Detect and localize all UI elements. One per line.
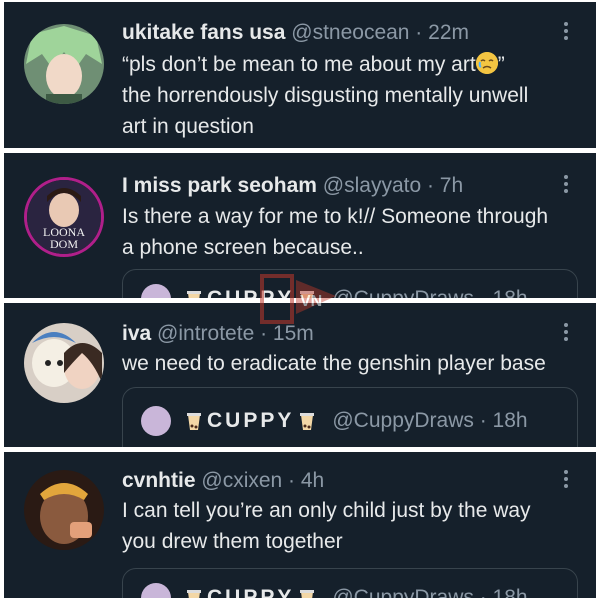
tweet-text: I can tell you’re an only child just by …	[122, 495, 570, 557]
quoted-avatar[interactable]	[141, 583, 171, 598]
watermark-logo: VN	[252, 270, 346, 328]
display-name[interactable]: iva	[122, 322, 151, 345]
quoted-avatar[interactable]	[141, 406, 171, 436]
tweet-header: cvnhtie @cxixen · 4h	[122, 468, 324, 494]
tweet-text: Is there a way for me to k!// Someone th…	[122, 201, 570, 263]
display-name[interactable]: ukitake fans usa	[122, 21, 285, 44]
boba-tea-icon	[300, 411, 315, 431]
quoted-tweet[interactable]: CUPPY @CuppyDraws · 18h	[122, 269, 578, 298]
quoted-name[interactable]: CUPPY	[207, 585, 294, 598]
display-name[interactable]: I miss park seoham	[122, 174, 317, 197]
tweet-header: I miss park seoham @slayyato · 7h	[122, 173, 463, 199]
handle-time[interactable]: @stneocean · 22m	[291, 21, 469, 44]
avatar[interactable]	[24, 323, 104, 403]
quoted-tweet[interactable]: CUPPY @CuppyDraws · 18h	[122, 387, 578, 447]
avatar[interactable]	[24, 24, 104, 104]
avatar[interactable]: LOONA DOM	[24, 177, 104, 257]
quoted-name[interactable]: CUPPY	[207, 408, 294, 434]
tweet-text-line: Is there a way for me to k!// Someone th…	[122, 205, 549, 228]
quoted-header: CUPPY @CuppyDraws · 18h	[141, 406, 528, 436]
avatar-text: LOONA DOM	[43, 225, 85, 251]
quoted-header: CUPPY @CuppyDraws · 18h	[141, 583, 528, 598]
more-icon[interactable]	[564, 323, 568, 341]
handle-time[interactable]: @slayyato · 7h	[323, 174, 463, 197]
boba-tea-icon	[300, 588, 315, 598]
display-name[interactable]: cvnhtie	[122, 469, 196, 492]
tweet-text-line: “pls don’t be mean to me about my art ”	[122, 52, 505, 76]
tweet-text-line: the horrendously disgusting mentally unw…	[122, 84, 529, 107]
boba-tea-icon	[187, 411, 201, 431]
quoted-handle-time[interactable]: @CuppyDraws · 18h	[332, 286, 527, 298]
tweet-card-1[interactable]: ukitake fans usa @stneocean · 22m “pls d…	[4, 2, 596, 148]
boba-tea-icon	[187, 289, 201, 298]
watermark-text: VN	[300, 293, 322, 310]
more-icon[interactable]	[564, 470, 568, 488]
tweet-text-line: you drew them together	[122, 530, 343, 553]
tweet-text-line: we need to eradicate the genshin player …	[122, 352, 546, 375]
crying-emoji-icon	[475, 52, 498, 74]
tweet-header: ukitake fans usa @stneocean · 22m	[122, 20, 469, 46]
quoted-avatar[interactable]	[141, 284, 171, 298]
more-icon[interactable]	[564, 175, 568, 193]
quoted-handle-time[interactable]: @CuppyDraws · 18h	[332, 585, 527, 598]
quoted-handle-time[interactable]: @CuppyDraws · 18h	[332, 408, 527, 434]
tweet-text-line: I can tell you’re an only child just by …	[122, 499, 531, 522]
tweet-text: we need to eradicate the genshin player …	[122, 348, 570, 379]
tweet-card-4[interactable]: cvnhtie @cxixen · 4h I can tell you’re a…	[4, 452, 596, 598]
tweet-text-line: art in question	[122, 115, 254, 138]
quoted-tweet[interactable]: CUPPY @CuppyDraws · 18h	[122, 568, 578, 598]
tweet-text: “pls don’t be mean to me about my art ” …	[122, 49, 570, 142]
avatar[interactable]	[24, 470, 104, 550]
more-icon[interactable]	[564, 22, 568, 40]
tweet-text-line: a phone screen because..	[122, 236, 364, 259]
handle-time[interactable]: @cxixen · 4h	[201, 469, 324, 492]
boba-tea-icon	[187, 588, 201, 598]
